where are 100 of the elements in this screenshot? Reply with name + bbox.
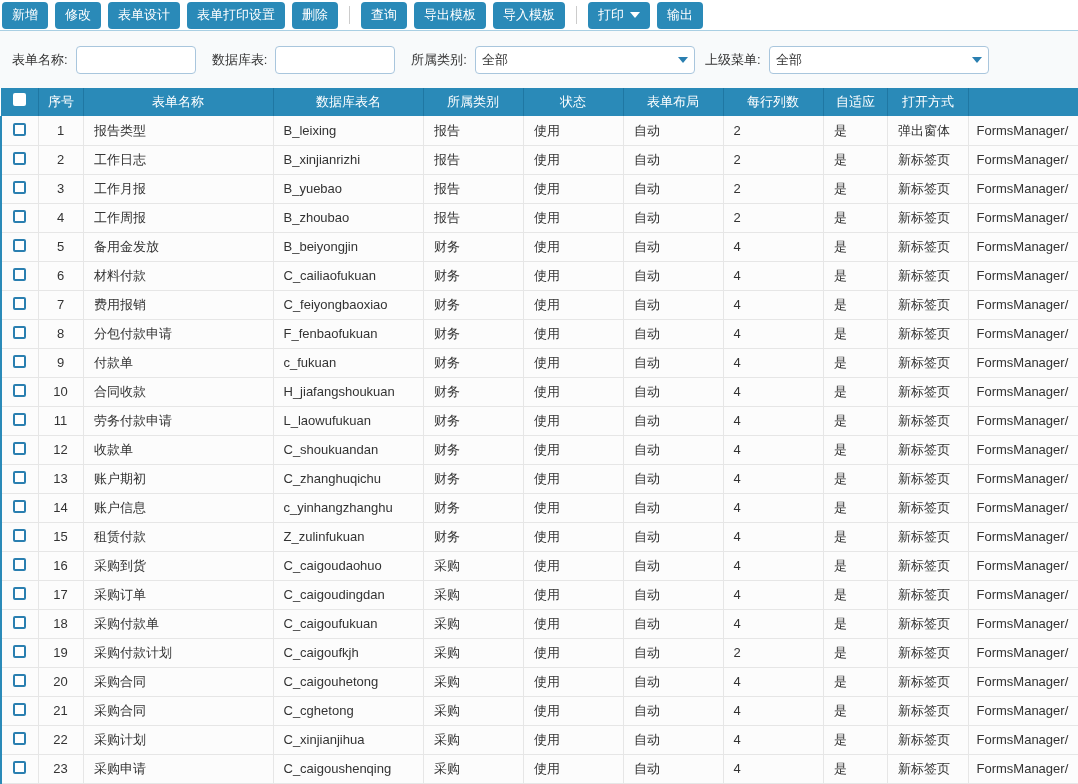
status-cell: 使用 (523, 754, 623, 783)
adaptive-cell: 是 (823, 203, 887, 232)
checkbox[interactable] (13, 500, 27, 514)
toolbar-button[interactable]: 输出 (657, 1, 703, 29)
checkbox[interactable] (13, 384, 27, 398)
checkbox[interactable] (13, 210, 27, 224)
adaptive-cell: 是 (823, 522, 887, 551)
checkbox[interactable] (13, 152, 27, 166)
open-mode-cell: 新标签页 (887, 435, 968, 464)
form-name-cell: 采购合同 (83, 667, 273, 696)
url-cell: FormsManager/ (968, 609, 1078, 638)
table-name-cell: B_beiyongjin (273, 232, 423, 261)
checkbox[interactable] (13, 442, 27, 456)
open-mode-cell: 新标签页 (887, 754, 968, 783)
toolbar-button[interactable]: 新增 (2, 1, 48, 29)
status-cell: 使用 (523, 580, 623, 609)
columns-per-row-cell: 4 (723, 435, 823, 464)
status-cell: 使用 (523, 551, 623, 580)
open-mode-cell: 新标签页 (887, 319, 968, 348)
table-name-cell: C_caigoushenqing (273, 754, 423, 783)
open-mode-cell: 新标签页 (887, 406, 968, 435)
category-cell: 财务 (423, 522, 523, 551)
url-cell: FormsManager/ (968, 116, 1078, 145)
adaptive-cell: 是 (823, 145, 887, 174)
toolbar-button[interactable]: 表单设计 (108, 1, 180, 29)
input-field[interactable] (275, 45, 396, 74)
table-name-cell: C_caigouhetong (273, 667, 423, 696)
filter-label: 上级菜单: (704, 50, 761, 69)
url-cell: FormsManager/ (968, 435, 1078, 464)
url-cell: FormsManager/ (968, 493, 1078, 522)
row-number: 22 (38, 725, 83, 754)
row-number: 19 (38, 638, 83, 667)
toolbar-button[interactable]: 导入模板 (493, 1, 565, 29)
open-mode-cell: 新标签页 (887, 348, 968, 377)
checkbox[interactable] (13, 297, 27, 311)
checkbox[interactable] (13, 181, 27, 195)
columns-per-row-cell: 4 (723, 754, 823, 783)
adaptive-cell: 是 (823, 348, 887, 377)
form-name-cell: 分包付款申请 (83, 319, 273, 348)
select-field[interactable]: 全部 (768, 45, 989, 74)
table-name-cell: B_leixing (273, 116, 423, 145)
checkbox[interactable] (13, 123, 27, 136)
toolbar-button[interactable]: 表单打印设置 (187, 1, 285, 29)
category-cell: 报告 (423, 203, 523, 232)
status-cell: 使用 (523, 667, 623, 696)
checkbox[interactable] (13, 587, 27, 601)
status-cell: 使用 (523, 464, 623, 493)
layout-cell: 自动 (623, 377, 723, 406)
url-cell: FormsManager/ (968, 406, 1078, 435)
columns-per-row-cell: 4 (723, 348, 823, 377)
checkbox[interactable] (13, 703, 27, 717)
form-name-cell: 账户期初 (83, 464, 273, 493)
row-number: 17 (38, 580, 83, 609)
columns-per-row-cell: 4 (723, 667, 823, 696)
checkbox[interactable] (13, 326, 27, 340)
row-number: 13 (38, 464, 83, 493)
checkbox[interactable] (13, 413, 27, 427)
table-name-cell: C_caigoudingdan (273, 580, 423, 609)
checkbox[interactable] (13, 645, 27, 659)
checkbox[interactable] (13, 268, 27, 282)
toolbar-button[interactable]: 修改 (55, 1, 101, 29)
layout-cell: 自动 (623, 174, 723, 203)
row-number: 10 (38, 377, 83, 406)
status-cell: 使用 (523, 609, 623, 638)
checkbox[interactable] (13, 761, 27, 775)
table-name-cell: L_laowufukuan (273, 406, 423, 435)
adaptive-cell: 是 (823, 406, 887, 435)
checkbox[interactable] (13, 732, 27, 746)
status-cell: 使用 (523, 261, 623, 290)
layout-cell: 自动 (623, 116, 723, 145)
checkbox[interactable] (13, 355, 27, 369)
print-dropdown-button[interactable]: 打印 (588, 1, 650, 29)
open-mode-cell: 新标签页 (887, 551, 968, 580)
select-field[interactable]: 全部 (474, 45, 695, 74)
status-cell: 使用 (523, 696, 623, 725)
url-cell: FormsManager/ (968, 754, 1078, 783)
checkbox[interactable] (13, 558, 27, 572)
category-cell: 采购 (423, 580, 523, 609)
caret-icon (971, 56, 982, 63)
input-field[interactable] (75, 45, 196, 74)
table-name-cell: C_caigoudaohuo (273, 551, 423, 580)
checkbox[interactable] (13, 471, 27, 485)
adaptive-cell: 是 (823, 493, 887, 522)
columns-per-row-cell: 4 (723, 290, 823, 319)
category-cell: 财务 (423, 377, 523, 406)
url-cell: FormsManager/ (968, 464, 1078, 493)
table-name-cell: c_fukuan (273, 348, 423, 377)
checkbox[interactable] (13, 674, 27, 688)
toolbar-button[interactable]: 删除 (292, 1, 338, 29)
adaptive-cell: 是 (823, 464, 887, 493)
checkbox[interactable] (13, 616, 27, 630)
category-cell: 财务 (423, 232, 523, 261)
checkbox[interactable] (13, 529, 27, 543)
checkbox[interactable] (13, 239, 27, 253)
layout-cell: 自动 (623, 522, 723, 551)
layout-cell: 自动 (623, 638, 723, 667)
adaptive-cell: 是 (823, 435, 887, 464)
toolbar-button[interactable]: 查询 (361, 1, 407, 29)
toolbar-button[interactable]: 导出模板 (414, 1, 486, 29)
url-cell: FormsManager/ (968, 203, 1078, 232)
